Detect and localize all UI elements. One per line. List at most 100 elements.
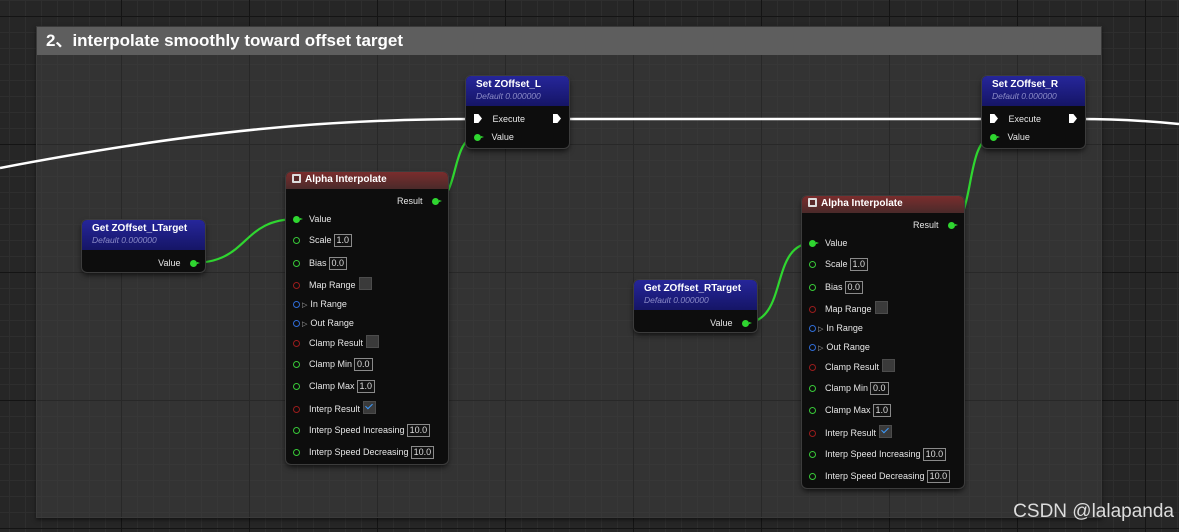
node-header: Set ZOffset_R Default 0.000000 (982, 76, 1085, 106)
interp-speed-inc-input[interactable]: 10.0 (406, 424, 431, 437)
map-range-pin[interactable] (809, 306, 816, 313)
expand-arrow-icon[interactable]: ▷ (302, 299, 307, 313)
in-range-pin[interactable] (293, 301, 300, 308)
node-title: Set ZOffset_R (992, 79, 1059, 90)
value-label: Value (309, 214, 332, 224)
scale-pin[interactable] (809, 261, 816, 268)
interp-speed-inc-input[interactable]: 10.0 (922, 448, 947, 461)
clamp-max-pin[interactable] (293, 383, 300, 390)
clamp-max-input[interactable]: 1.0 (356, 380, 376, 393)
scale-pin[interactable] (293, 237, 300, 244)
map-range-checkbox[interactable] (874, 301, 888, 314)
clamp-min-pin[interactable] (293, 361, 300, 368)
exec-in-pin[interactable] (990, 114, 998, 123)
clamp-max-label: Clamp Max (309, 381, 355, 391)
get-zoffset-l-target-node[interactable]: Get ZOffset_LTarget Default 0.000000 Val… (82, 220, 205, 272)
function-icon (808, 198, 817, 207)
node-header: Set ZOffset_L Default 0.000000 (466, 76, 569, 106)
exec-in-pin[interactable] (474, 114, 482, 123)
clamp-result-checkbox[interactable] (882, 359, 896, 372)
execute-label: Execute (492, 114, 526, 124)
interp-result-label: Interp Result (309, 404, 361, 414)
out-range-pin[interactable] (293, 320, 300, 327)
interp-result-checkbox[interactable] (363, 401, 377, 414)
interp-speed-dec-label: Interp Speed Decreasing (825, 471, 925, 481)
interp-result-pin[interactable] (809, 430, 816, 437)
value-input-row: Value (809, 236, 847, 250)
result-output-pin[interactable] (432, 198, 442, 205)
scale-row: Scale 1.0 (809, 257, 869, 271)
map-range-pin[interactable] (293, 282, 300, 289)
map-range-row: Map Range (293, 277, 372, 291)
result-output-pin[interactable] (948, 222, 958, 229)
value-output-row: Value (153, 256, 200, 270)
interp-speed-inc-pin[interactable] (293, 427, 300, 434)
watermark: CSDN @lalapanda (1013, 501, 1174, 522)
map-range-row: Map Range (809, 301, 888, 315)
result-output-row: Result (392, 194, 442, 208)
clamp-min-pin[interactable] (809, 385, 816, 392)
interp-speed-dec-input[interactable]: 10.0 (410, 446, 435, 459)
interp-speed-inc-row: Interp Speed Increasing 10.0 (293, 423, 431, 437)
value-input-row: Value (990, 130, 1030, 144)
set-zoffset-r-node[interactable]: Set ZOffset_R Default 0.000000 Execute V… (982, 76, 1085, 148)
interp-speed-dec-pin[interactable] (809, 473, 816, 480)
clamp-min-input[interactable]: 0.0 (870, 382, 889, 395)
in-range-row: ▷ In Range (809, 321, 863, 335)
in-range-row: ▷ In Range (293, 297, 347, 311)
clamp-min-input[interactable]: 0.0 (354, 358, 373, 371)
get-zoffset-r-target-node[interactable]: Get ZOffset_RTarget Default 0.000000 Val… (634, 280, 757, 332)
bias-input[interactable]: 0.0 (328, 257, 348, 270)
exec-out-pin[interactable] (1069, 114, 1077, 123)
clamp-max-row: Clamp Max 1.0 (809, 403, 892, 417)
clamp-max-input[interactable]: 1.0 (872, 404, 892, 417)
node-title: Get ZOffset_RTarget (644, 283, 742, 294)
clamp-max-pin[interactable] (809, 407, 816, 414)
interp-speed-dec-pin[interactable] (293, 449, 300, 456)
float-wire-get-l (191, 217, 298, 265)
clamp-result-pin[interactable] (293, 340, 300, 347)
alpha-interpolate-l-node[interactable]: Alpha Interpolate Result Value Scale 1.0 … (286, 172, 448, 464)
bias-row: Bias 0.0 (293, 256, 348, 270)
value-input-pin[interactable] (809, 240, 819, 247)
bias-pin[interactable] (809, 284, 816, 291)
in-range-label: In Range (826, 323, 863, 333)
value-input-pin[interactable] (990, 134, 1000, 141)
scale-input[interactable]: 1.0 (333, 234, 353, 247)
set-zoffset-l-node[interactable]: Set ZOffset_L Default 0.000000 Execute V… (466, 76, 569, 148)
bias-input[interactable]: 0.0 (844, 281, 864, 294)
execute-input-row: Execute (474, 112, 525, 126)
out-range-pin[interactable] (809, 344, 816, 351)
value-output-pin[interactable] (190, 260, 200, 267)
expand-arrow-icon[interactable]: ▷ (818, 323, 823, 337)
map-range-checkbox[interactable] (358, 277, 372, 290)
interp-speed-dec-input[interactable]: 10.0 (926, 470, 951, 483)
clamp-result-checkbox[interactable] (366, 335, 380, 348)
exec-wire-out (1077, 117, 1179, 126)
interp-result-row: Interp Result (809, 425, 893, 439)
node-title: Alpha Interpolate (821, 198, 903, 209)
in-range-pin[interactable] (809, 325, 816, 332)
exec-output-row (1069, 112, 1077, 126)
clamp-result-pin[interactable] (809, 364, 816, 371)
expand-arrow-icon[interactable]: ▷ (302, 318, 307, 332)
interp-speed-inc-pin[interactable] (809, 451, 816, 458)
interp-result-pin[interactable] (293, 406, 300, 413)
function-icon (292, 174, 301, 183)
value-input-pin[interactable] (293, 216, 303, 223)
node-header: Alpha Interpolate (802, 196, 964, 213)
result-label: Result (396, 196, 423, 206)
value-output-pin[interactable] (742, 320, 752, 327)
alpha-interpolate-r-node[interactable]: Alpha Interpolate Result Value Scale 1.0 … (802, 196, 964, 488)
exec-out-pin[interactable] (553, 114, 561, 123)
map-range-label: Map Range (825, 304, 872, 314)
bias-label: Bias (825, 282, 843, 292)
clamp-min-row: Clamp Min 0.0 (293, 357, 373, 371)
expand-arrow-icon[interactable]: ▷ (818, 342, 823, 356)
bias-pin[interactable] (293, 260, 300, 267)
value-input-pin[interactable] (474, 134, 484, 141)
scale-input[interactable]: 1.0 (849, 258, 869, 271)
interp-result-checkbox[interactable] (879, 425, 893, 438)
clamp-min-row: Clamp Min 0.0 (809, 381, 889, 395)
interp-speed-dec-row: Interp Speed Decreasing 10.0 (293, 445, 435, 459)
